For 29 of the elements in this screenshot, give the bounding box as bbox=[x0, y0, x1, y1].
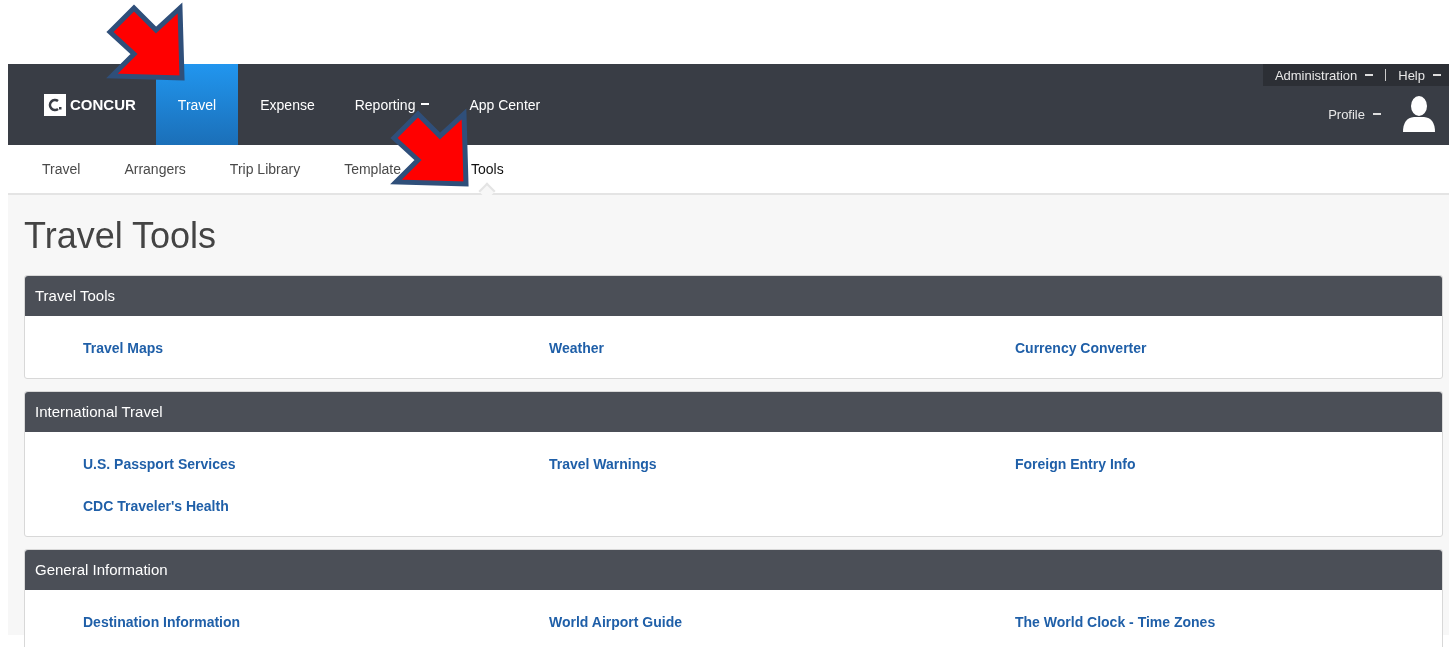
arrow-icon bbox=[106, 2, 188, 82]
profile-menu[interactable]: Profile bbox=[1328, 106, 1381, 122]
page-title: Travel Tools bbox=[24, 215, 218, 257]
sub-nav-tab[interactable]: Trip Library bbox=[229, 161, 301, 177]
logo-icon bbox=[44, 93, 66, 116]
user-icon[interactable] bbox=[1403, 96, 1435, 132]
tool-link[interactable]: The World Clock - Time Zones bbox=[1015, 612, 1216, 632]
section-header: International Travel bbox=[25, 392, 1442, 432]
sub-nav-tab[interactable]: Template bbox=[344, 161, 401, 177]
section-header: Travel Tools bbox=[25, 276, 1442, 316]
tool-link[interactable]: Currency Converter bbox=[1015, 338, 1147, 358]
nav-tab[interactable]: Expense bbox=[260, 96, 315, 113]
tool-link[interactable]: Weather bbox=[549, 338, 604, 358]
concur-logo[interactable]: CONCUR bbox=[8, 64, 156, 145]
nav-tab[interactable]: App Center bbox=[469, 96, 541, 113]
nav-tab[interactable]: Reporting bbox=[354, 96, 430, 113]
utility-link[interactable]: Help bbox=[1398, 67, 1441, 83]
section-header: General Information bbox=[25, 550, 1442, 590]
tool-link[interactable]: Travel Maps bbox=[83, 338, 164, 358]
sub-nav-tab[interactable]: Travel bbox=[42, 161, 81, 177]
tool-link[interactable]: CDC Traveler's Health bbox=[83, 496, 229, 516]
nav-tab[interactable]: Travel bbox=[155, 64, 239, 145]
utility-link[interactable]: Administration bbox=[1274, 67, 1374, 83]
tool-link[interactable]: U.S. Passport Services bbox=[83, 454, 236, 474]
tool-link[interactable]: Foreign Entry Info bbox=[1015, 454, 1136, 474]
tool-link[interactable]: World Airport Guide bbox=[549, 612, 682, 632]
tool-link[interactable]: Destination Information bbox=[83, 612, 241, 632]
sub-nav-tab[interactable]: Arrangers bbox=[124, 161, 186, 177]
tool-link[interactable]: Travel Warnings bbox=[549, 454, 657, 474]
